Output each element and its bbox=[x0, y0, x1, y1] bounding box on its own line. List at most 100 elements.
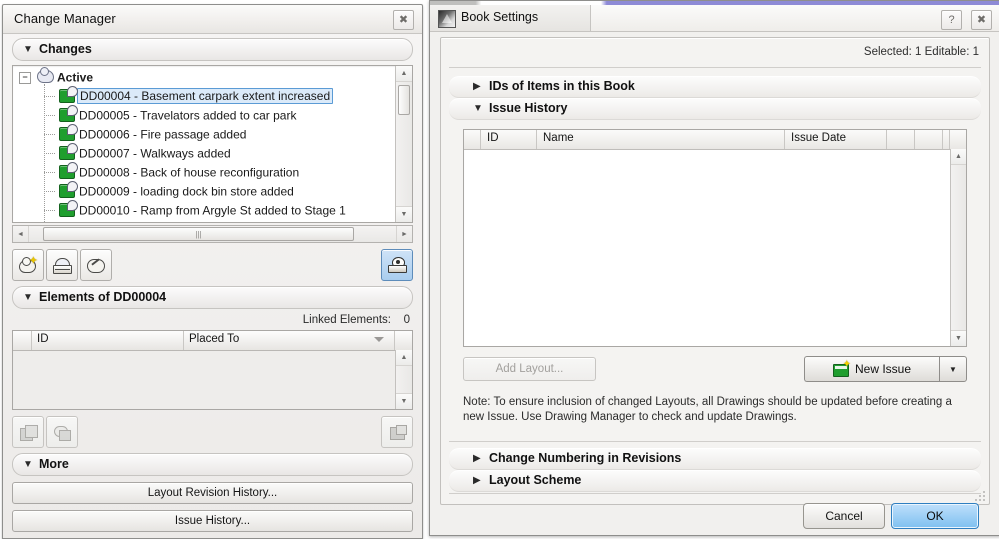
cloud-pen-icon bbox=[87, 258, 105, 273]
scroll-down-icon[interactable]: ▼ bbox=[396, 393, 412, 409]
change-icon bbox=[59, 161, 78, 180]
scrollbar-thumb[interactable]: ||| bbox=[43, 227, 354, 241]
list-item[interactable]: DD00006 - Fire passage added bbox=[13, 123, 395, 144]
change-manager-titlebar[interactable]: Change Manager ✖ bbox=[3, 5, 422, 34]
changes-tree[interactable]: − Active DD00004 - Basement carpark exte… bbox=[12, 65, 413, 223]
print-change-button[interactable] bbox=[46, 249, 78, 281]
list-item-label: DD00004 - Basement carpark extent increa… bbox=[77, 88, 334, 105]
change-icon bbox=[59, 180, 78, 199]
element-select-icon bbox=[389, 424, 407, 440]
section-change-numbering[interactable]: ▶ Change Numbering in Revisions bbox=[449, 448, 981, 470]
close-icon[interactable]: ✖ bbox=[393, 10, 414, 30]
section-changes-label: Changes bbox=[39, 42, 92, 56]
scroll-down-icon[interactable]: ▼ bbox=[951, 330, 966, 346]
resize-grip[interactable] bbox=[975, 491, 985, 501]
tree-expander-icon[interactable]: − bbox=[19, 72, 31, 84]
list-item[interactable]: DD00009 - loading dock bin store added bbox=[13, 180, 395, 201]
element-plus-icon bbox=[19, 424, 38, 441]
new-issue-icon: ✦ bbox=[832, 359, 851, 377]
list-item[interactable]: DD00010 - Ramp from Argyle St added to S… bbox=[13, 199, 395, 220]
layout-revision-history-button[interactable]: Layout Revision History... bbox=[12, 482, 413, 504]
scroll-up-icon[interactable]: ▲ bbox=[396, 350, 412, 366]
section-issue-history[interactable]: ▼ Issue History bbox=[449, 98, 981, 120]
cloud-icon bbox=[37, 66, 54, 85]
edit-change-button[interactable] bbox=[80, 249, 112, 281]
changes-tree-content: − Active DD00004 - Basement carpark exte… bbox=[13, 66, 395, 222]
scroll-up-icon[interactable]: ▲ bbox=[396, 66, 412, 82]
change-icon bbox=[59, 123, 78, 142]
chevron-down-icon: ▼ bbox=[473, 103, 483, 114]
change-manager-body: ▼ Changes − Active DD00004 - Basement ca… bbox=[3, 33, 422, 538]
section-layout-scheme-label: Layout Scheme bbox=[489, 473, 582, 487]
ok-button[interactable]: OK bbox=[891, 503, 979, 529]
scrollbar-thumb[interactable] bbox=[398, 85, 410, 115]
tree-horizontal-scrollbar[interactable]: ◄ ||| ► bbox=[12, 225, 413, 243]
new-issue-split-button[interactable]: ✦ New Issue ▼ bbox=[804, 356, 967, 382]
section-elements[interactable]: ▼ Elements of DD00004 bbox=[12, 286, 413, 309]
elements-table-header: ID Placed To bbox=[13, 331, 412, 351]
section-layout-scheme[interactable]: ▶ Layout Scheme bbox=[449, 470, 981, 492]
elements-table[interactable]: ID Placed To ▲ ▼ bbox=[12, 330, 413, 410]
help-icon[interactable]: ? bbox=[941, 10, 962, 30]
close-icon[interactable]: ✖ bbox=[971, 10, 992, 30]
list-item[interactable]: DD00008 - Back of house reconfiguration bbox=[13, 161, 395, 182]
remove-element-button[interactable] bbox=[46, 416, 78, 448]
scroll-left-icon[interactable]: ◄ bbox=[13, 226, 29, 242]
show-change-button[interactable] bbox=[381, 249, 413, 281]
change-icon bbox=[59, 199, 78, 218]
chevron-down-icon: ▼ bbox=[23, 44, 33, 55]
linked-elements-info: Linked Elements: 0 bbox=[12, 313, 413, 330]
change-icon bbox=[59, 142, 78, 161]
issue-history-table[interactable]: ID Name Issue Date ▲ ▼ bbox=[463, 129, 967, 347]
section-ids-of-items[interactable]: ▶ IDs of Items in this Book bbox=[449, 76, 981, 98]
section-elements-label: Elements of DD00004 bbox=[39, 290, 167, 304]
tree-root-active[interactable]: − Active bbox=[13, 66, 395, 87]
list-item[interactable]: DD00004 - Basement carpark extent increa… bbox=[13, 85, 395, 106]
list-item-label: DD00009 - loading dock bin store added bbox=[79, 184, 294, 199]
add-layout-button[interactable]: Add Layout... bbox=[463, 357, 596, 381]
section-more[interactable]: ▼ More bbox=[12, 453, 413, 476]
select-element-button[interactable] bbox=[381, 416, 413, 448]
column-header-placed-to[interactable]: Placed To bbox=[189, 333, 239, 345]
section-ids-of-items-label: IDs of Items in this Book bbox=[489, 79, 635, 93]
new-change-button[interactable]: ✦ bbox=[12, 249, 44, 281]
linked-elements-value: 0 bbox=[403, 314, 410, 326]
column-header-id[interactable]: ID bbox=[37, 333, 49, 345]
new-issue-button[interactable]: ✦ New Issue bbox=[804, 356, 939, 382]
column-header-id[interactable]: ID bbox=[487, 132, 499, 144]
element-toolbar bbox=[12, 416, 413, 448]
book-settings-titlebar[interactable]: Book Settings ? ✖ bbox=[430, 5, 999, 32]
column-header-issue-date[interactable]: Issue Date bbox=[791, 132, 846, 144]
list-item-label: DD00008 - Back of house reconfiguration bbox=[79, 165, 300, 180]
scroll-up-icon[interactable]: ▲ bbox=[951, 149, 966, 165]
issue-history-button[interactable]: Issue History... bbox=[12, 510, 413, 532]
tree-root-label: Active bbox=[57, 70, 94, 85]
printer-icon bbox=[53, 257, 72, 274]
chevron-down-icon: ▼ bbox=[23, 459, 33, 470]
chevron-down-icon: ▼ bbox=[23, 292, 33, 303]
chevron-down-icon[interactable]: ▼ bbox=[939, 356, 967, 382]
linked-elements-label: Linked Elements: bbox=[302, 314, 391, 326]
change-manager-window: Change Manager ✖ ▼ Changes − Active DD00… bbox=[2, 4, 423, 539]
list-item[interactable]: DD00007 - Walkways added bbox=[13, 142, 395, 163]
chevron-right-icon: ▶ bbox=[473, 81, 481, 92]
book-settings-panel: Selected: 1 Editable: 1 ▶ IDs of Items i… bbox=[440, 37, 990, 529]
cancel-button[interactable]: Cancel bbox=[803, 503, 885, 529]
issue-table-scrollbar[interactable]: ▲ ▼ bbox=[950, 149, 966, 346]
scroll-right-icon[interactable]: ► bbox=[396, 226, 412, 242]
column-header-name[interactable]: Name bbox=[543, 132, 574, 144]
section-changes[interactable]: ▼ Changes bbox=[12, 38, 413, 61]
eye-stack-icon bbox=[388, 257, 407, 273]
section-change-numbering-label: Change Numbering in Revisions bbox=[489, 451, 682, 465]
list-item[interactable]: DD00005 - Travelators added to car park bbox=[13, 104, 395, 125]
tree-vertical-scrollbar[interactable]: ▲ ▼ bbox=[395, 66, 412, 222]
sort-caret-icon[interactable] bbox=[374, 337, 384, 342]
list-item-label: DD00007 - Walkways added bbox=[79, 146, 231, 161]
archicad-icon bbox=[438, 10, 456, 28]
scroll-down-icon[interactable]: ▼ bbox=[396, 206, 412, 222]
chevron-right-icon: ▶ bbox=[473, 453, 481, 464]
change-icon bbox=[59, 85, 78, 104]
book-settings-title: Book Settings bbox=[461, 10, 539, 24]
add-element-button[interactable] bbox=[12, 416, 44, 448]
elements-table-scrollbar[interactable]: ▲ ▼ bbox=[395, 350, 412, 409]
